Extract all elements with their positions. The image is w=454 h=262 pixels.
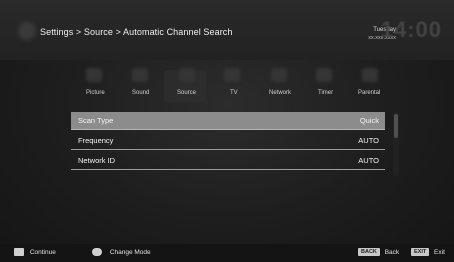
exit-key-icon: EXIT bbox=[411, 248, 430, 256]
continue-label: Continue bbox=[29, 248, 56, 256]
clock: 14:00 bbox=[380, 17, 442, 42]
back-key-icon: BACK bbox=[358, 248, 380, 256]
footer-hint-bar: Continue Change Mode BACK Back EXIT Exit bbox=[0, 244, 454, 262]
setting-row-scan-type[interactable]: Scan Type Quick bbox=[71, 112, 385, 130]
exit-label: Exit bbox=[434, 248, 445, 256]
breadcrumb: Settings > Source > Automatic Channel Se… bbox=[40, 27, 233, 37]
picture-icon bbox=[86, 68, 102, 82]
setting-row-frequency[interactable]: Frequency AUTO bbox=[71, 132, 385, 150]
scrollbar[interactable] bbox=[393, 112, 399, 176]
network-icon bbox=[271, 68, 287, 82]
sound-icon bbox=[132, 68, 148, 82]
setting-row-network-id[interactable]: Network ID AUTO bbox=[71, 152, 385, 170]
setting-label: Scan Type bbox=[78, 116, 114, 125]
ok-key-icon bbox=[14, 248, 24, 256]
tv-icon bbox=[224, 68, 240, 82]
change-mode-label: Change Mode bbox=[109, 248, 151, 256]
parental-icon bbox=[362, 68, 378, 82]
left-right-key-icon bbox=[92, 248, 102, 256]
category-icon-strip bbox=[72, 64, 382, 88]
category-parental[interactable]: Parental bbox=[358, 90, 380, 96]
menu-logo-icon bbox=[18, 22, 36, 40]
category-timer[interactable]: Timer bbox=[318, 90, 333, 96]
continue-hint: Continue bbox=[14, 248, 56, 256]
header: Settings > Source > Automatic Channel Se… bbox=[0, 0, 454, 60]
setting-value: AUTO bbox=[358, 136, 379, 145]
scrollbar-thumb[interactable] bbox=[394, 114, 398, 138]
category-tv[interactable]: TV bbox=[230, 90, 238, 96]
tv-menu-screen: Settings > Source > Automatic Channel Se… bbox=[0, 0, 454, 262]
back-label: Back bbox=[384, 248, 400, 256]
setting-label: Frequency bbox=[78, 136, 114, 145]
setting-value: Quick bbox=[359, 116, 379, 125]
back-hint[interactable]: BACK Back bbox=[358, 248, 399, 256]
source-icon bbox=[179, 68, 195, 82]
change-mode-hint: Change Mode bbox=[92, 248, 151, 256]
setting-value: AUTO bbox=[358, 156, 379, 165]
exit-hint[interactable]: EXIT Exit bbox=[411, 248, 445, 256]
setting-label: Network ID bbox=[78, 156, 116, 165]
category-sound[interactable]: Sound bbox=[132, 90, 149, 96]
timer-icon bbox=[316, 68, 332, 82]
category-source[interactable]: Source bbox=[177, 90, 196, 96]
category-bar: Picture Sound Source TV Network Timer Pa… bbox=[72, 90, 382, 102]
settings-panel: Scan Type Quick Frequency AUTO Network I… bbox=[71, 112, 385, 172]
category-picture[interactable]: Picture bbox=[86, 90, 105, 96]
category-network[interactable]: Network bbox=[269, 90, 291, 96]
